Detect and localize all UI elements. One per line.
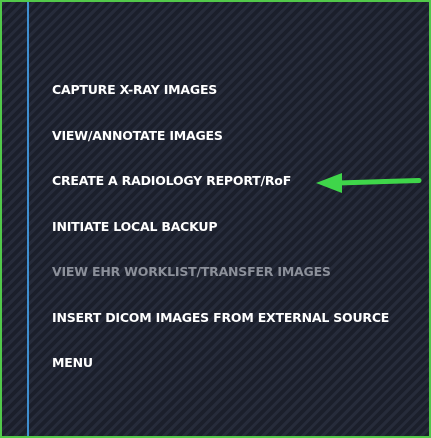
menu-item-insert-dicom-images[interactable]: INSERT DICOM IMAGES FROM EXTERNAL SOURCE (52, 308, 389, 354)
menu-item-menu[interactable]: MENU (52, 353, 389, 399)
menu-item-view-annotate-images[interactable]: VIEW/ANNOTATE IMAGES (52, 126, 389, 172)
menu-item-initiate-local-backup[interactable]: INITIATE LOCAL BACKUP (52, 217, 389, 263)
menu-item-capture-xray-images[interactable]: CAPTURE X-RAY IMAGES (52, 80, 389, 126)
main-menu: CAPTURE X-RAY IMAGES VIEW/ANNOTATE IMAGE… (52, 80, 389, 399)
vertical-divider-line (27, 2, 29, 436)
menu-panel: CAPTURE X-RAY IMAGES VIEW/ANNOTATE IMAGE… (0, 0, 431, 438)
menu-item-view-ehr-worklist: VIEW EHR WORKLIST/TRANSFER IMAGES (52, 264, 331, 279)
green-arrow-icon (316, 173, 422, 193)
